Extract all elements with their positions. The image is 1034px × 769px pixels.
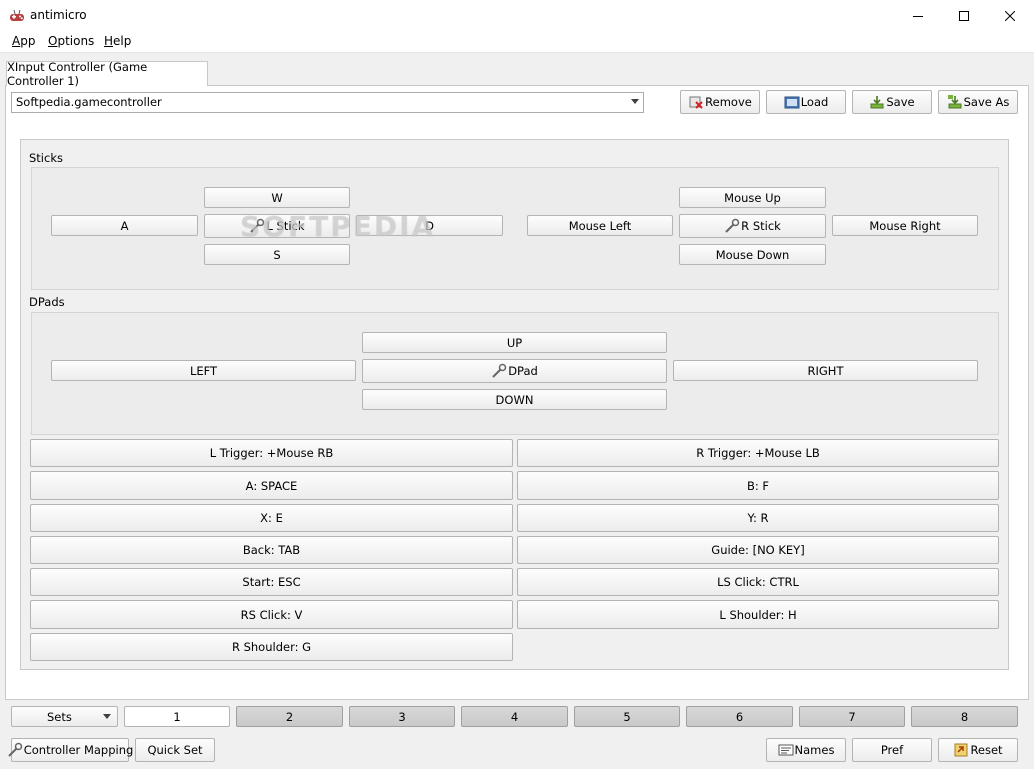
set-button-6[interactable]: 6 bbox=[686, 706, 793, 727]
mapping-button-back[interactable]: Back: TAB bbox=[30, 536, 513, 564]
menu-app[interactable]: App bbox=[11, 34, 36, 48]
mapping-button-x[interactable]: X: E bbox=[30, 504, 513, 532]
mapping-button-start[interactable]: Start: ESC bbox=[30, 568, 513, 596]
sets-dropdown[interactable]: Sets bbox=[11, 706, 118, 727]
menu-help[interactable]: Help bbox=[103, 34, 132, 48]
set-button-1[interactable]: 1 bbox=[124, 706, 230, 727]
close-button[interactable] bbox=[987, 0, 1033, 32]
chevron-down-icon bbox=[631, 99, 639, 104]
menu-options[interactable]: Options bbox=[47, 34, 95, 48]
mapping-button-b[interactable]: B: F bbox=[517, 471, 999, 500]
tab-controller[interactable]: XInput Controller (Game Controller 1) bbox=[6, 60, 208, 88]
quick-set-button[interactable]: Quick Set bbox=[135, 738, 215, 762]
right-stick-up-button[interactable]: Mouse Up bbox=[679, 187, 826, 208]
dpad-up-button[interactable]: UP bbox=[362, 332, 667, 353]
menu-bar: App Options Help bbox=[0, 32, 1034, 53]
left-stick-down-button[interactable]: S bbox=[204, 244, 350, 265]
minimize-icon bbox=[913, 16, 923, 17]
profile-select-value: Softpedia.gamecontroller bbox=[16, 95, 162, 109]
dpad-left-button[interactable]: LEFT bbox=[51, 360, 356, 381]
wrench-icon bbox=[491, 363, 507, 379]
chevron-down-icon bbox=[103, 714, 111, 719]
dpad-right-button[interactable]: RIGHT bbox=[673, 360, 978, 381]
remove-button[interactable]: Remove bbox=[680, 90, 760, 114]
save-icon bbox=[869, 94, 885, 110]
names-icon bbox=[778, 742, 794, 758]
close-icon bbox=[1005, 11, 1015, 21]
gamepad-icon bbox=[9, 9, 25, 23]
mapping-button-r-trigger[interactable]: R Trigger: +Mouse LB bbox=[517, 439, 999, 467]
dpads-label: DPads bbox=[29, 295, 65, 309]
right-stick-left-button[interactable]: Mouse Left bbox=[527, 215, 673, 236]
wrench-icon bbox=[724, 218, 740, 234]
left-stick-left-button[interactable]: A bbox=[51, 215, 198, 236]
set-button-8[interactable]: 8 bbox=[911, 706, 1018, 727]
right-stick-down-button[interactable]: Mouse Down bbox=[679, 244, 826, 265]
title-bar: antimicro bbox=[0, 0, 1034, 32]
wrench-icon bbox=[7, 742, 23, 758]
wrench-icon bbox=[249, 218, 265, 234]
controller-mapping-button[interactable]: Controller Mapping bbox=[8, 738, 133, 762]
right-stick-right-button[interactable]: Mouse Right bbox=[832, 215, 978, 236]
right-stick-button[interactable]: R Stick bbox=[679, 214, 826, 238]
mapping-button-r-shoulder[interactable]: R Shoulder: G bbox=[30, 633, 513, 661]
dpad-button[interactable]: DPad bbox=[362, 359, 667, 383]
names-button[interactable]: Names bbox=[766, 738, 846, 762]
sticks-label: Sticks bbox=[29, 151, 63, 165]
mapping-button-l-shoulder[interactable]: L Shoulder: H bbox=[517, 600, 999, 629]
save-button[interactable]: Save bbox=[852, 90, 932, 114]
mapping-button-ls-click[interactable]: LS Click: CTRL bbox=[517, 568, 999, 596]
dpad-down-button[interactable]: DOWN bbox=[362, 389, 667, 410]
mapping-button-l-trigger[interactable]: L Trigger: +Mouse RB bbox=[30, 439, 513, 467]
left-stick-right-button[interactable]: D bbox=[356, 215, 503, 236]
mapping-button-a[interactable]: A: SPACE bbox=[30, 471, 513, 500]
remove-icon bbox=[688, 94, 704, 110]
set-button-2[interactable]: 2 bbox=[236, 706, 343, 727]
set-button-3[interactable]: 3 bbox=[349, 706, 455, 727]
set-button-4[interactable]: 4 bbox=[461, 706, 568, 727]
pref-button[interactable]: Pref bbox=[852, 738, 932, 762]
set-button-7[interactable]: 7 bbox=[799, 706, 905, 727]
mapping-button-rs-click[interactable]: RS Click: V bbox=[30, 600, 513, 629]
load-button[interactable]: Load bbox=[766, 90, 846, 114]
mapping-button-guide[interactable]: Guide: [NO KEY] bbox=[517, 536, 999, 564]
save-as-icon bbox=[947, 94, 963, 110]
profile-select[interactable]: Softpedia.gamecontroller bbox=[11, 92, 644, 113]
reset-button[interactable]: Reset bbox=[938, 738, 1018, 762]
save-as-button[interactable]: Save As bbox=[938, 90, 1018, 114]
mapping-button-y[interactable]: Y: R bbox=[517, 504, 999, 532]
maximize-icon bbox=[959, 11, 969, 21]
window-title: antimicro bbox=[30, 8, 87, 22]
left-stick-up-button[interactable]: W bbox=[204, 187, 350, 208]
folder-icon bbox=[784, 94, 800, 110]
set-button-5[interactable]: 5 bbox=[574, 706, 680, 727]
maximize-button[interactable] bbox=[941, 0, 987, 32]
reset-icon bbox=[953, 742, 969, 758]
minimize-button[interactable] bbox=[895, 0, 941, 32]
left-stick-button[interactable]: L Stick bbox=[204, 214, 350, 238]
